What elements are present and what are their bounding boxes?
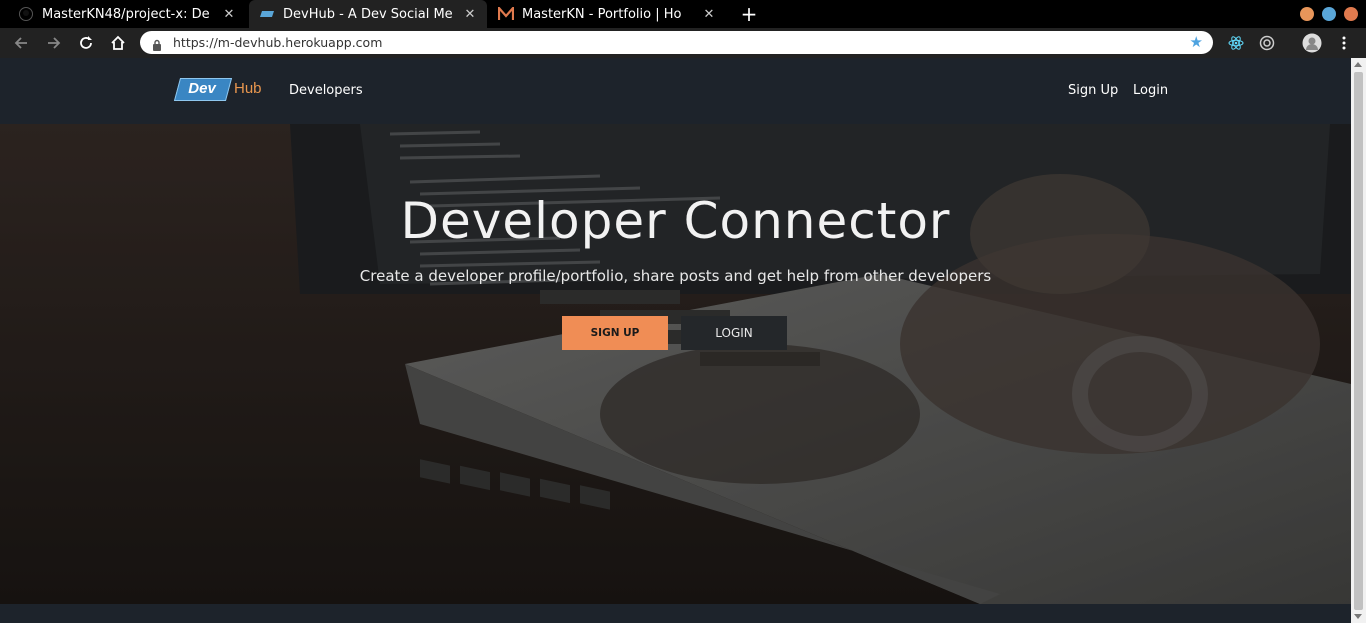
browser-tab-title: MasterKN48/project-x: De (42, 6, 210, 22)
page-viewport: Dev Hub Developers Sign Up Login Develop… (0, 58, 1351, 623)
react-devtools-icon[interactable] (1226, 33, 1246, 53)
github-icon (18, 6, 34, 22)
devhub-favicon (259, 6, 275, 22)
tab-close-icon[interactable]: ✕ (220, 7, 238, 22)
scrollbar-thumb[interactable] (1354, 72, 1363, 610)
site-navbar: Dev Hub Developers Sign Up Login (0, 58, 1351, 124)
lock-icon (152, 36, 162, 55)
page-scrollbar[interactable] (1351, 58, 1366, 623)
nav-login-link[interactable]: Login (1133, 83, 1168, 98)
close-window-button[interactable] (1344, 7, 1358, 21)
hero-subtitle: Create a developer profile/portfolio, sh… (359, 267, 992, 285)
hero-section: Developer Connector Create a developer p… (0, 124, 1351, 604)
browser-tab-portfolio[interactable]: MasterKN - Portfolio | Ho ✕ (488, 0, 726, 28)
tab-close-icon[interactable]: ✕ (700, 7, 718, 22)
scroll-up-arrow[interactable] (1354, 62, 1362, 67)
browser-toolbar: https://m-devhub.herokuapp.com ★ (0, 28, 1366, 58)
hero-signup-button[interactable]: SIGN UP (562, 316, 668, 350)
browser-tab-strip: MasterKN48/project-x: De ✕ DevHub - A De… (0, 0, 1366, 28)
arrow-left-icon (14, 37, 27, 49)
minimize-button[interactable] (1300, 7, 1314, 21)
profile-avatar[interactable] (1302, 33, 1322, 53)
bookmark-star-icon[interactable]: ★ (1190, 33, 1203, 51)
forward-button[interactable] (43, 32, 65, 54)
maximize-button[interactable] (1322, 7, 1336, 21)
reload-icon (80, 36, 92, 49)
address-url: https://m-devhub.herokuapp.com (173, 35, 383, 50)
home-icon (111, 35, 125, 50)
tab-close-icon[interactable]: ✕ (461, 7, 479, 22)
browser-tab-title: DevHub - A Dev Social Me (283, 6, 453, 22)
extension-target-icon[interactable] (1257, 33, 1277, 53)
reload-button[interactable] (75, 32, 97, 54)
browser-tab-title: MasterKN - Portfolio | Ho (522, 6, 682, 22)
footer-strip (0, 604, 1351, 623)
nav-signup-link[interactable]: Sign Up (1068, 83, 1118, 98)
scroll-down-arrow[interactable] (1354, 614, 1362, 619)
m-favicon (498, 6, 514, 22)
home-button[interactable] (107, 32, 129, 54)
logo-hub-text: Hub (234, 80, 262, 97)
browser-tab-github[interactable]: MasterKN48/project-x: De ✕ (8, 0, 246, 28)
new-tab-button[interactable]: + (738, 3, 760, 25)
arrow-right-icon (48, 37, 61, 49)
menu-kebab-icon[interactable] (1334, 33, 1354, 53)
browser-tab-devhub[interactable]: DevHub - A Dev Social Me ✕ (249, 0, 487, 28)
nav-developers-link[interactable]: Developers (289, 83, 363, 98)
logo-dev-badge: Dev (173, 78, 233, 101)
hero-title: Developer Connector (400, 192, 951, 250)
hero-login-button[interactable]: LOGIN (681, 316, 787, 350)
address-bar[interactable]: https://m-devhub.herokuapp.com ★ (140, 31, 1213, 54)
logo-dev-text: Dev (188, 80, 216, 97)
back-button[interactable] (10, 32, 32, 54)
